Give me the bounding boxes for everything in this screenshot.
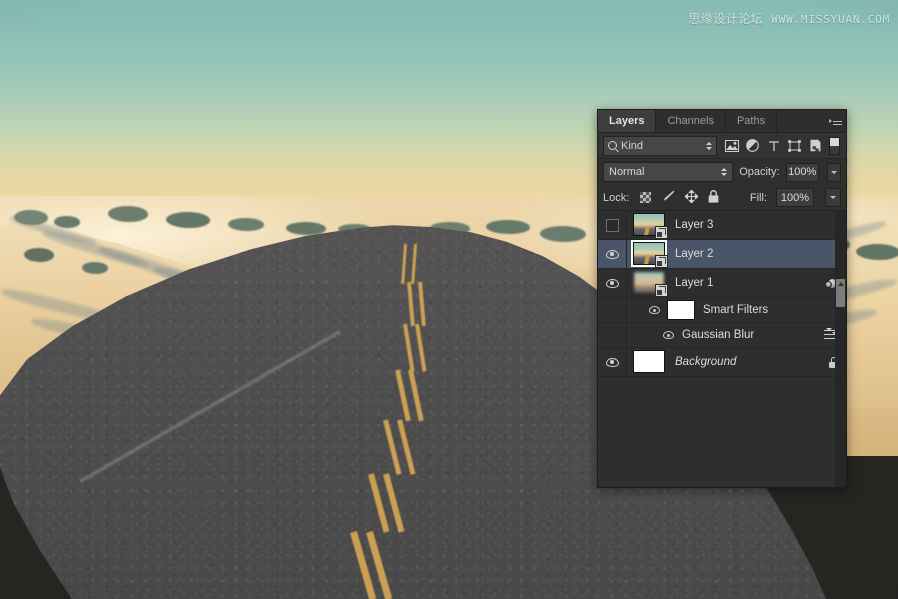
- layer-thumbnail-layer-2[interactable]: [633, 242, 667, 267]
- lock-all-icon[interactable]: [708, 190, 719, 206]
- filter-kind-dropdown[interactable]: Kind: [603, 136, 717, 156]
- layer-name-layer-3[interactable]: Layer 3: [675, 219, 713, 231]
- layers-scrollbar-track[interactable]: [835, 211, 846, 487]
- tab-channels[interactable]: Channels: [656, 110, 725, 132]
- smart-object-badge-icon: [655, 226, 668, 239]
- layer-row-layer-3[interactable]: Layer 3: [598, 211, 846, 240]
- filter-type-icons: [724, 138, 823, 153]
- eye-icon: [606, 279, 619, 288]
- watermark-url: WWW.MISSYUAN.COM: [771, 13, 890, 26]
- visibility-toggle-background[interactable]: [598, 348, 627, 376]
- eye-icon: [606, 358, 619, 367]
- blend-mode-dropdown[interactable]: Normal: [603, 162, 733, 182]
- fill-dropdown-arrow[interactable]: [825, 188, 841, 207]
- fill-value[interactable]: 100%: [776, 188, 814, 207]
- panel-menu-button[interactable]: [824, 110, 846, 132]
- lock-icon-group: [640, 190, 719, 206]
- smart-filter-mask-thumbnail[interactable]: [667, 300, 695, 320]
- blend-mode-value: Normal: [609, 166, 644, 178]
- visibility-off-icon: [606, 219, 619, 232]
- watermark: 思缘设计论坛 WWW.MISSYUAN.COM: [688, 10, 890, 27]
- layer-thumbnail-background[interactable]: [633, 350, 667, 375]
- smart-filters-label: Smart Filters: [703, 304, 768, 316]
- chevron-updown-icon: [721, 168, 727, 176]
- layer-name-layer-1[interactable]: Layer 1: [675, 277, 713, 289]
- pixel-layer-filter-icon[interactable]: [724, 138, 739, 153]
- smart-filters-group-row[interactable]: Smart Filters: [598, 298, 846, 323]
- lock-label: Lock:: [603, 192, 629, 204]
- filter-kind-label: Kind: [621, 140, 643, 152]
- thumbnail-image: [633, 350, 665, 373]
- tab-strip-filler: [777, 110, 824, 132]
- smart-object-badge-icon: [655, 284, 668, 297]
- panel-tab-strip: Layers Channels Paths: [598, 110, 846, 133]
- smart-filter-row-gaussian-blur[interactable]: Gaussian Blur: [598, 323, 846, 348]
- smart-object-filter-icon[interactable]: [808, 138, 823, 153]
- magnifier-icon: [608, 141, 617, 150]
- layer-row-layer-1[interactable]: Layer 1: [598, 269, 846, 298]
- layer-thumbnail-layer-3[interactable]: [633, 213, 667, 238]
- lock-transparent-pixels-icon[interactable]: [640, 192, 651, 203]
- layer-filter-row: Kind: [598, 133, 846, 159]
- layers-panel: Layers Channels Paths Kind: [597, 109, 847, 488]
- filter-toggle-switch[interactable]: [829, 137, 840, 155]
- shape-layer-filter-icon[interactable]: [787, 138, 802, 153]
- lock-row: Lock: Fill: 100%: [598, 185, 846, 211]
- layers-list-empty-area: [598, 377, 846, 487]
- layer-row-background[interactable]: Background: [598, 348, 846, 377]
- layer-row-layer-2[interactable]: Layer 2: [598, 240, 846, 269]
- visibility-toggle-layer-3[interactable]: [598, 211, 627, 239]
- subrow-eye-gutter: [598, 298, 627, 322]
- opacity-label: Opacity:: [739, 166, 779, 178]
- opacity-value[interactable]: 100%: [786, 163, 819, 182]
- screenshot-canvas: 思缘设计论坛 WWW.MISSYUAN.COM Layers Channels …: [0, 0, 898, 599]
- watermark-site-name: 思缘设计论坛: [688, 10, 763, 27]
- type-layer-filter-icon[interactable]: [766, 138, 781, 153]
- blend-mode-row: Normal Opacity: 100%: [598, 159, 846, 185]
- eye-icon: [606, 250, 619, 259]
- chevron-updown-icon: [706, 142, 712, 150]
- tab-layers[interactable]: Layers: [598, 110, 656, 132]
- eye-icon[interactable]: [649, 306, 660, 314]
- layer-thumbnail-layer-1[interactable]: [633, 271, 667, 296]
- layer-name-layer-2[interactable]: Layer 2: [675, 248, 713, 260]
- lock-image-pixels-icon[interactable]: [661, 190, 675, 205]
- adjustment-layer-filter-icon[interactable]: [745, 138, 760, 153]
- visibility-toggle-layer-2[interactable]: [598, 240, 627, 268]
- smart-object-badge-icon: [655, 255, 668, 268]
- layer-name-background[interactable]: Background: [675, 356, 736, 368]
- panel-menu-icon: [829, 117, 842, 126]
- layers-scrollbar-thumb[interactable]: [836, 279, 845, 307]
- opacity-dropdown-arrow[interactable]: [827, 163, 841, 182]
- fill-label: Fill:: [750, 192, 767, 204]
- subrow-eye-gutter: [598, 323, 627, 347]
- smart-filter-name-gaussian-blur[interactable]: Gaussian Blur: [682, 329, 754, 341]
- tab-paths[interactable]: Paths: [726, 110, 777, 132]
- eye-icon[interactable]: [663, 331, 674, 339]
- lock-position-icon[interactable]: [685, 190, 698, 206]
- layers-list[interactable]: Layer 3 Layer 2: [598, 211, 846, 487]
- visibility-toggle-layer-1[interactable]: [598, 269, 627, 297]
